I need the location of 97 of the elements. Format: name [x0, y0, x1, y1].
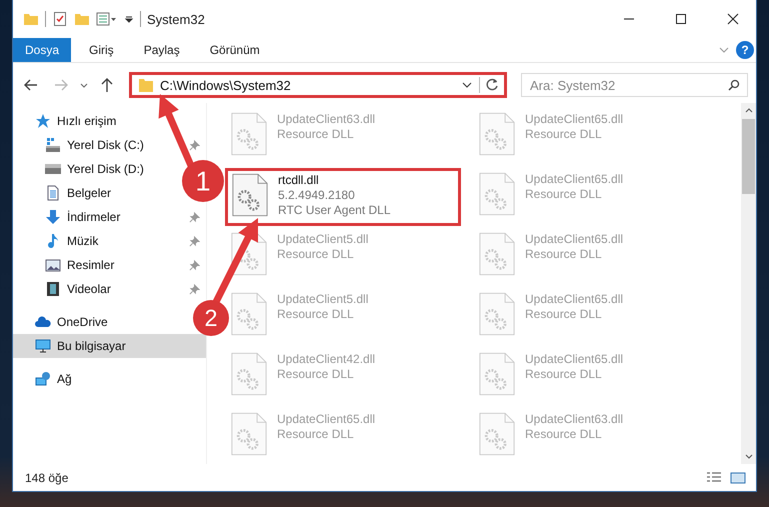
sidebar-item[interactable]: Belgeler [13, 181, 124, 205]
file-name: UpdateClient63.dll [277, 112, 376, 126]
gear-file-icon [479, 232, 515, 276]
address-bar[interactable]: C:\Windows\System32 [129, 72, 507, 98]
file-detail: Resource DLL [277, 247, 355, 261]
ribbon-tab[interactable]: Dosya [13, 38, 72, 62]
file-name: UpdateClient65.dll [525, 352, 624, 366]
folder-icon [138, 77, 154, 93]
sidebar-label: İndirmeler [67, 210, 120, 224]
gear-file-icon [231, 412, 267, 456]
address-path[interactable]: C:\Windows\System32 [160, 78, 455, 92]
sidebar-label: Ağ [57, 372, 72, 386]
sidebar-item[interactable]: OneDrive [13, 310, 114, 334]
cloud-icon [35, 314, 51, 330]
sidebar-label: Yerel Disk (D:) [67, 162, 144, 176]
pin-icon[interactable] [189, 260, 200, 270]
music-icon [45, 233, 61, 249]
download-icon [45, 209, 61, 225]
pin-icon[interactable] [189, 140, 200, 150]
gear-file-icon [479, 172, 515, 216]
step-badge: 2 [193, 300, 229, 336]
help-button[interactable]: ? [736, 41, 754, 59]
sidebar-item[interactable]: İndirmeler [13, 205, 206, 229]
search-icon [728, 79, 740, 91]
pin-icon[interactable] [189, 212, 200, 222]
sidebar-item[interactable]: Resimler [13, 253, 206, 277]
file-name: UpdateClient5.dll [277, 232, 368, 246]
file-name: UpdateClient65.dll [525, 292, 624, 306]
docs-icon [45, 185, 61, 201]
network-icon [35, 371, 51, 387]
file-detail: Resource DLL [525, 127, 603, 141]
large-icons-view-icon[interactable] [730, 470, 746, 486]
videos-icon [45, 281, 61, 297]
pin-icon[interactable] [189, 236, 200, 246]
up-arrow-icon[interactable] [99, 77, 115, 93]
item-count: 148 öğe [25, 470, 68, 484]
gear-file-icon [479, 412, 515, 456]
step-badge: 1 [182, 160, 224, 202]
sidebar-label: Belgeler [67, 186, 112, 200]
gear-file-icon [232, 173, 268, 217]
file-detail: Resource DLL [525, 427, 603, 441]
sidebar-item[interactable]: Yerel Disk (D:) [13, 157, 156, 181]
file-name: UpdateClient63.dll [525, 412, 624, 426]
ribbon-tab[interactable]: Görünüm [198, 38, 272, 62]
pin-icon[interactable] [189, 284, 200, 294]
pictures-icon [45, 257, 61, 273]
star-icon [35, 113, 51, 129]
gear-file-icon [231, 292, 267, 336]
maximize-icon [675, 13, 687, 25]
sidebar-item[interactable]: Bu bilgisayar [13, 334, 206, 358]
file-name: UpdateClient65.dll [525, 232, 624, 246]
file-name: UpdateClient5.dll [277, 292, 368, 306]
gear-file-icon [479, 292, 515, 336]
gear-file-icon [479, 112, 515, 156]
file-detail: Resource DLL [277, 307, 355, 321]
file-detail: RTC User Agent DLL [278, 203, 390, 217]
ribbon-tab[interactable]: Paylaş [132, 38, 192, 62]
file-detail: 5.2.4949.2180 [278, 188, 356, 202]
gear-file-icon [479, 352, 515, 396]
customize-caret-icon[interactable] [124, 14, 134, 24]
file-name: UpdateClient65.dll [277, 412, 376, 426]
window-title: System32 [147, 12, 205, 26]
gear-file-icon [231, 112, 267, 156]
file-name: UpdateClient65.dll [525, 172, 624, 186]
sidebar-item[interactable]: Videolar [13, 277, 206, 301]
file-detail: Resource DLL [525, 367, 603, 381]
file-detail: Resource DLL [277, 127, 355, 141]
sidebar-label: Yerel Disk (C:) [67, 138, 144, 152]
sidebar-label: Hızlı erişim [57, 114, 116, 128]
sidebar-item[interactable]: Ağ [13, 367, 78, 391]
file-name: rtcdll.dll [278, 173, 320, 187]
file-detail: Resource DLL [525, 247, 603, 261]
file-tile[interactable]: rtcdll.dll 5.2.4949.2180 RTC User Agent DLL [225, 168, 461, 226]
gear-file-icon [231, 352, 267, 396]
properties-icon[interactable] [52, 11, 68, 27]
search-field[interactable]: Ara: System32 [521, 73, 748, 97]
ribbon-tab[interactable]: Giriş [77, 38, 126, 62]
file-detail: Resource DLL [277, 427, 355, 441]
back-arrow-icon[interactable] [23, 77, 39, 93]
file-detail: Resource DLL [525, 307, 603, 321]
sidebar-label: Videolar [67, 282, 111, 296]
pc-icon [35, 338, 51, 354]
sidebar-label: Resimler [67, 258, 114, 272]
scroll-thumb[interactable] [742, 119, 755, 194]
sidebar-label: OneDrive [57, 315, 108, 329]
file-detail: Resource DLL [277, 367, 355, 381]
scrollbar[interactable] [741, 103, 756, 464]
view-dropdown-icon[interactable] [96, 11, 118, 27]
sidebar-label: Müzik [67, 234, 98, 248]
close-icon [727, 13, 739, 25]
file-name: UpdateClient65.dll [525, 112, 624, 126]
file-detail: Resource DLL [525, 187, 603, 201]
sidebar-label: Bu bilgisayar [57, 339, 126, 353]
file-name: UpdateClient42.dll [277, 352, 376, 366]
sidebar-item[interactable]: Hızlı erişim [13, 109, 122, 133]
disk-c-icon [45, 137, 61, 153]
sidebar-item[interactable]: Müzik [13, 229, 206, 253]
